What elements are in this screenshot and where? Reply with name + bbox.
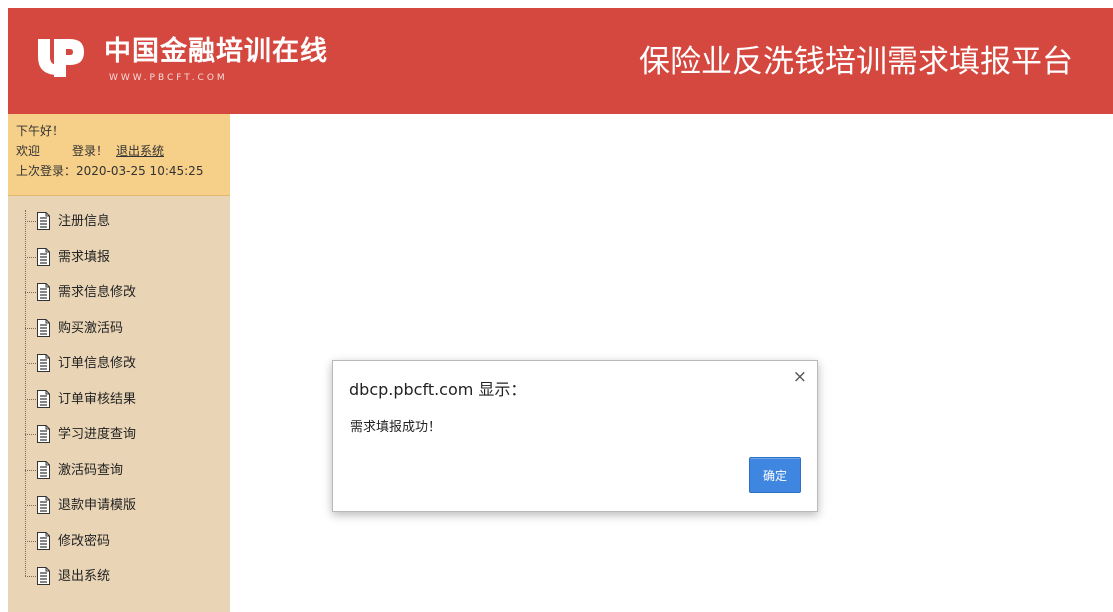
sidebar-item-label: 订单审核结果 (58, 392, 137, 407)
sidebar-item-11[interactable]: 退出系统 (25, 565, 215, 589)
logo-icon (38, 39, 84, 77)
document-icon (37, 354, 50, 372)
tree-branch (25, 221, 36, 222)
sidebar-item-7[interactable]: 学习进度查询 (25, 423, 215, 447)
sidebar-item-8[interactable]: 激活码查询 (25, 459, 215, 483)
platform-title: 保险业反洗钱培训需求填报平台 (639, 44, 1073, 80)
sidebar: 下午好！ 欢迎 登录！ 退出系统 上次登录：2020-03-25 10:45:25 … (8, 114, 230, 612)
sidebar-item-label: 激活码查询 (58, 463, 124, 478)
tree-branch (25, 399, 36, 400)
dialog-title: dbcp.pbcft.com 显示： (349, 380, 527, 399)
logo-name: 中国金融培训在线 (104, 36, 328, 67)
sidebar-item-10[interactable]: 修改密码 (25, 530, 215, 554)
document-icon (37, 567, 50, 585)
sidebar-item-label: 注册信息 (58, 214, 111, 229)
document-icon (37, 496, 50, 514)
sidebar-item-label: 退出系统 (58, 569, 111, 584)
tree-branch (25, 505, 36, 506)
sidebar-item-1[interactable]: 注册信息 (25, 210, 215, 234)
document-icon (37, 283, 50, 301)
document-icon (37, 212, 50, 230)
sidebar-item-label: 需求填报 (58, 250, 111, 265)
document-icon (37, 532, 50, 550)
document-icon (37, 425, 50, 443)
tree-branch (25, 470, 36, 471)
logo-url: WWW.PBCFT.COM (109, 73, 228, 83)
logout-link[interactable]: 退出系统 (116, 144, 164, 158)
sidebar-item-6[interactable]: 订单审核结果 (25, 388, 215, 412)
sidebar-item-label: 购买激活码 (58, 321, 124, 336)
sidebar-item-3[interactable]: 需求信息修改 (25, 281, 215, 305)
tree-branch (25, 434, 36, 435)
sidebar-item-4[interactable]: 购买激活码 (25, 317, 215, 341)
document-icon (37, 390, 50, 408)
sidebar-item-label: 需求信息修改 (58, 285, 137, 300)
logged-in-text: 登录！ (72, 144, 109, 158)
welcome-line: 欢迎 登录！ 退出系统 (16, 141, 230, 161)
greeting-text: 下午好！ (16, 124, 65, 138)
site-header: 中国金融培训在线 WWW.PBCFT.COM 保险业反洗钱培训需求填报平台 (8, 8, 1113, 114)
close-icon[interactable]: × (793, 367, 807, 387)
tree-branch (25, 292, 36, 293)
user-greeting-panel: 下午好！ 欢迎 登录！ 退出系统 上次登录：2020-03-25 10:45:25 (8, 114, 230, 196)
dialog-message: 需求填报成功！ (350, 420, 442, 435)
last-login-text: 上次登录：2020-03-25 10:45:25 (16, 164, 204, 178)
tree-branch (25, 257, 36, 258)
sidebar-item-2[interactable]: 需求填报 (25, 246, 215, 270)
alert-dialog: dbcp.pbcft.com 显示： × 需求填报成功！ 确定 (332, 360, 818, 512)
sidebar-item-9[interactable]: 退款申请模版 (25, 494, 215, 518)
nav-tree: 注册信息需求填报需求信息修改 购买激活码订单信息修改 订单审核结果 学习进度查询 激活码… (8, 206, 230, 606)
tree-branch (25, 541, 36, 542)
confirm-button[interactable]: 确定 (749, 457, 801, 493)
welcome-text: 欢迎 (16, 144, 41, 158)
tree-branch (25, 576, 36, 577)
document-icon (37, 319, 50, 337)
document-icon (37, 461, 50, 479)
sidebar-item-label: 退款申请模版 (58, 498, 137, 513)
tree-branch (25, 328, 36, 329)
sidebar-item-label: 学习进度查询 (58, 427, 137, 442)
sidebar-item-label: 修改密码 (58, 534, 111, 549)
tree-branch (25, 363, 36, 364)
sidebar-item-5[interactable]: 订单信息修改 (25, 352, 215, 376)
sidebar-item-label: 订单信息修改 (58, 356, 137, 371)
document-icon (37, 248, 50, 266)
